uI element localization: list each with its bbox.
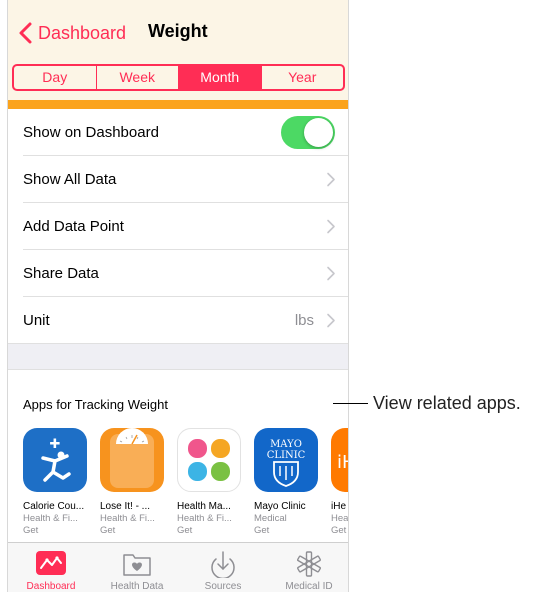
tab-dashboard[interactable]: Dashboard [8, 543, 94, 592]
segment-year[interactable]: Year [262, 66, 344, 89]
petal-app-icon [177, 428, 241, 492]
medical-id-icon [297, 551, 321, 577]
chevron-left-icon [19, 22, 32, 44]
app-get-label: Get [331, 525, 347, 536]
apps-carousel[interactable]: ✚ Calorie Cou... Health & Fi... Get Lose… [23, 428, 349, 543]
tab-label: Dashboard [26, 581, 76, 592]
dashboard-icon [36, 551, 66, 575]
app-category: Hea [331, 513, 349, 524]
add-data-point-row[interactable]: Add Data Point [8, 203, 348, 250]
settings-list: Show on Dashboard Show All Data Add Data… [8, 109, 348, 344]
segment-day[interactable]: Day [14, 66, 97, 89]
phone-screen: Dashboard Weight Day Week Month Year Sho… [7, 0, 349, 592]
show-on-dashboard-toggle[interactable] [281, 116, 335, 149]
tab-health-data[interactable]: Health Data [94, 543, 180, 592]
row-label: Show on Dashboard [23, 124, 159, 141]
row-label: Show All Data [23, 171, 117, 188]
back-button-label: Dashboard [38, 22, 127, 43]
mayo-clinic-app-icon: MAYO CLINIC [254, 428, 318, 492]
app-item[interactable]: ✚ Calorie Cou... Health & Fi... Get [23, 428, 93, 536]
unit-row[interactable]: Unit lbs [8, 297, 348, 344]
tab-label: Health Data [110, 581, 164, 592]
page-title: Weight [148, 21, 208, 41]
app-name: Health Ma... [177, 501, 231, 512]
tab-label: Medical ID [285, 581, 333, 592]
tab-bar: Dashboard Health Data Sources Medical ID [8, 542, 348, 592]
app-category: Health & Fi... [177, 513, 232, 524]
show-all-data-row[interactable]: Show All Data [8, 156, 348, 203]
svg-text:✚: ✚ [50, 437, 61, 452]
navigation-bar: Dashboard Weight Day Week Month Year [8, 0, 348, 100]
chevron-right-icon [327, 219, 335, 234]
tab-medical-id[interactable]: Medical ID [266, 543, 348, 592]
app-name: Calorie Cou... [23, 501, 85, 512]
app-get-label: Get [254, 525, 270, 536]
app-category: Medical [254, 513, 287, 524]
app-item[interactable]: Health Ma... Health & Fi... Get [177, 428, 247, 536]
back-button[interactable]: Dashboard [16, 20, 126, 46]
app-category: Health & Fi... [100, 513, 155, 524]
app-item[interactable]: MAYO CLINIC Mayo Clinic Medical Get [254, 428, 324, 536]
unit-value: lbs [294, 312, 314, 329]
health-data-icon [123, 554, 151, 576]
svg-text:iH: iH [337, 452, 349, 473]
app-get-label: Get [177, 525, 193, 536]
chevron-right-icon [327, 172, 335, 187]
under-armour-app-icon: ✚ [23, 428, 87, 492]
chart-strip [8, 100, 348, 109]
app-category: Health & Fi... [23, 513, 78, 524]
apps-section-header: Apps for Tracking Weight [23, 397, 168, 412]
tab-sources[interactable]: Sources [180, 543, 266, 592]
callout-text: View related apps. [373, 393, 521, 413]
segment-month[interactable]: Month [179, 66, 262, 89]
related-apps-section: Apps for Tracking Weight ✚ Calorie Cou..… [8, 371, 349, 543]
segment-week[interactable]: Week [97, 66, 179, 89]
callout-line [333, 403, 368, 404]
share-data-row[interactable]: Share Data [8, 250, 348, 297]
tab-label: Sources [204, 581, 242, 592]
app-name: Lose It! - ... [100, 501, 151, 512]
chevron-right-icon [327, 266, 335, 281]
svg-text:CLINIC: CLINIC [267, 450, 306, 461]
app-get-label: Get [23, 525, 39, 536]
svg-text:MAYO: MAYO [270, 439, 302, 450]
chevron-right-icon [327, 313, 335, 328]
toggle-knob [304, 118, 333, 147]
section-separator [8, 344, 348, 370]
row-label: Share Data [23, 265, 99, 282]
app-get-label: Get [100, 525, 116, 536]
app-item[interactable]: Lose It! - ... Health & Fi... Get [100, 428, 170, 536]
show-on-dashboard-row: Show on Dashboard [8, 109, 348, 156]
scale-app-icon [100, 428, 164, 492]
row-label: Add Data Point [23, 218, 124, 235]
app-item[interactable]: iH iHe Hea Get [331, 428, 349, 536]
sources-icon [211, 551, 235, 578]
row-label: Unit [23, 312, 50, 329]
app-name: iHe [331, 501, 347, 512]
app-name: Mayo Clinic [254, 501, 306, 512]
partial-app-icon: iH [331, 428, 349, 492]
time-range-segmented-control: Day Week Month Year [12, 64, 345, 91]
